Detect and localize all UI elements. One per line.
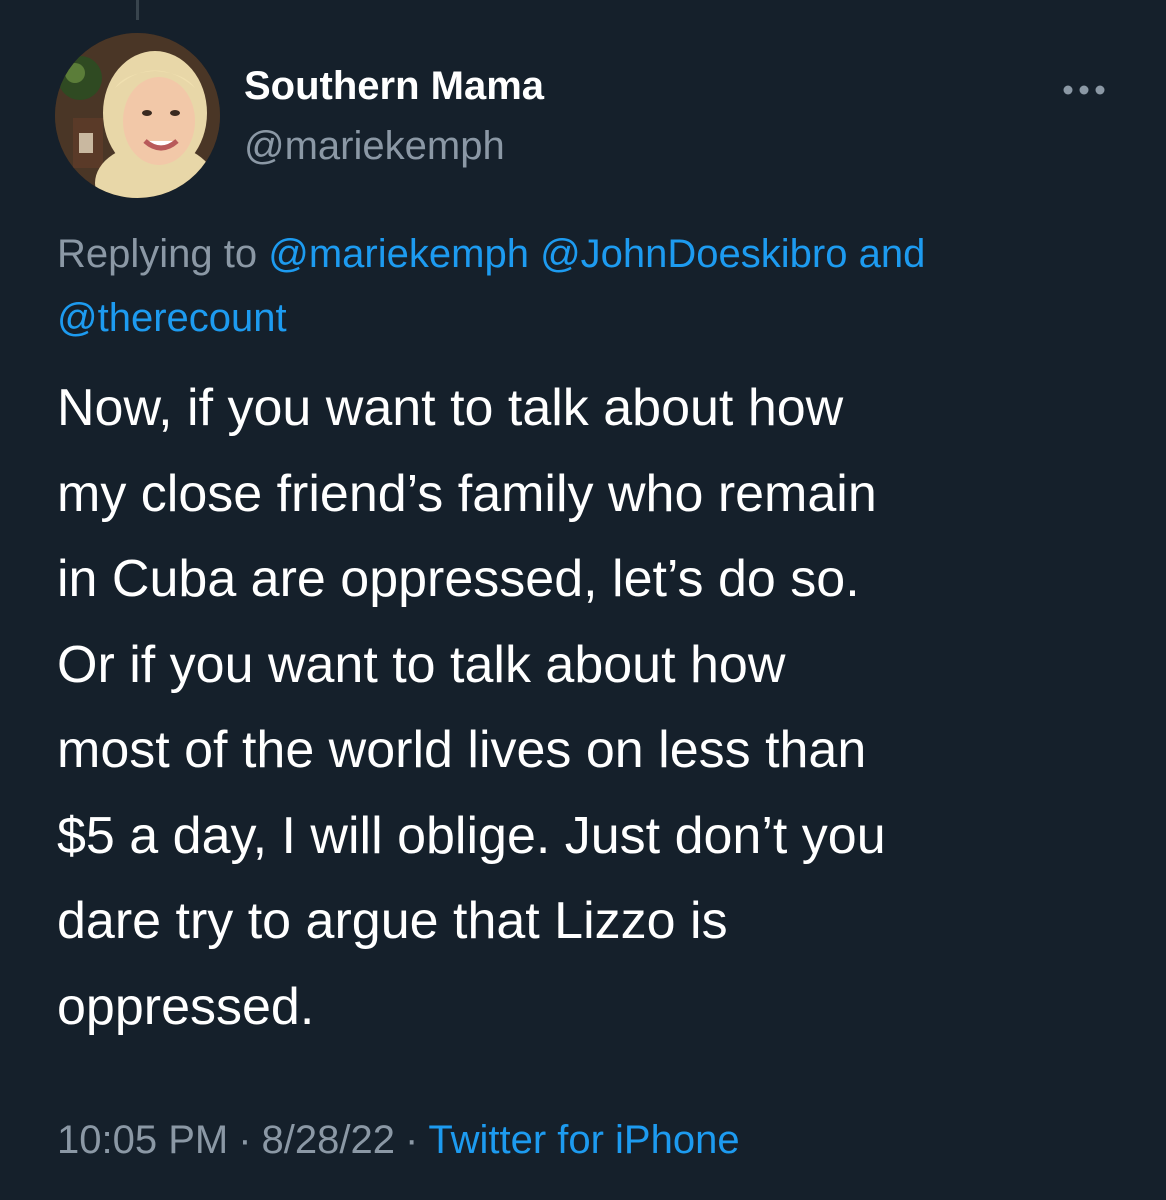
tweet-text-line: Or if you want to talk about how	[57, 635, 786, 694]
tweet-text-line: oppressed.	[57, 977, 315, 1036]
user-handle[interactable]: @mariekemph	[244, 124, 505, 169]
more-dots-icon	[1063, 85, 1105, 95]
tweet-text-line: Now, if you want to talk about how	[57, 379, 844, 437]
tweet-text: Now, if you want to talk about how my cl…	[57, 366, 1137, 1050]
tweet-time[interactable]: 10:05 PM	[57, 1118, 228, 1162]
replying-to-label: Replying to	[57, 232, 258, 276]
tweet-source-link[interactable]: Twitter for iPhone	[428, 1118, 739, 1162]
tweet-text-line: dare try to argue that Lizzo is	[57, 892, 728, 950]
user-photo-avatar-icon	[55, 33, 220, 198]
reply-context: Replying to @mariekemph @JohnDoeskibro a…	[57, 222, 1137, 350]
more-options-button[interactable]	[1056, 70, 1112, 110]
tweet-text-line: most of the world lives on less than	[57, 721, 867, 779]
mention-link-therecount[interactable]: @therecount	[57, 296, 287, 340]
mentions-and-conjunction[interactable]: and	[859, 232, 926, 276]
avatar[interactable]	[55, 33, 220, 198]
mention-link-johndoeskibro[interactable]: @JohnDoeskibro	[540, 232, 847, 276]
meta-separator: ·	[238, 1118, 252, 1162]
tweet-date[interactable]: 8/28/22	[262, 1118, 395, 1162]
display-name[interactable]: Southern Mama	[244, 64, 544, 109]
mention-link-mariekemph[interactable]: @mariekemph	[268, 232, 529, 276]
tweet-metadata: 10:05 PM · 8/28/22 · Twitter for iPhone	[57, 1118, 740, 1163]
meta-separator: ·	[405, 1118, 419, 1162]
tweet-text-line: my close friend’s family who remain	[57, 464, 877, 523]
tweet-text-line: $5 a day, I will oblige. Just don’t you	[57, 806, 886, 865]
thread-connector-line	[136, 0, 139, 20]
tweet-text-line: in Cuba are oppressed, let’s do so.	[57, 550, 860, 608]
